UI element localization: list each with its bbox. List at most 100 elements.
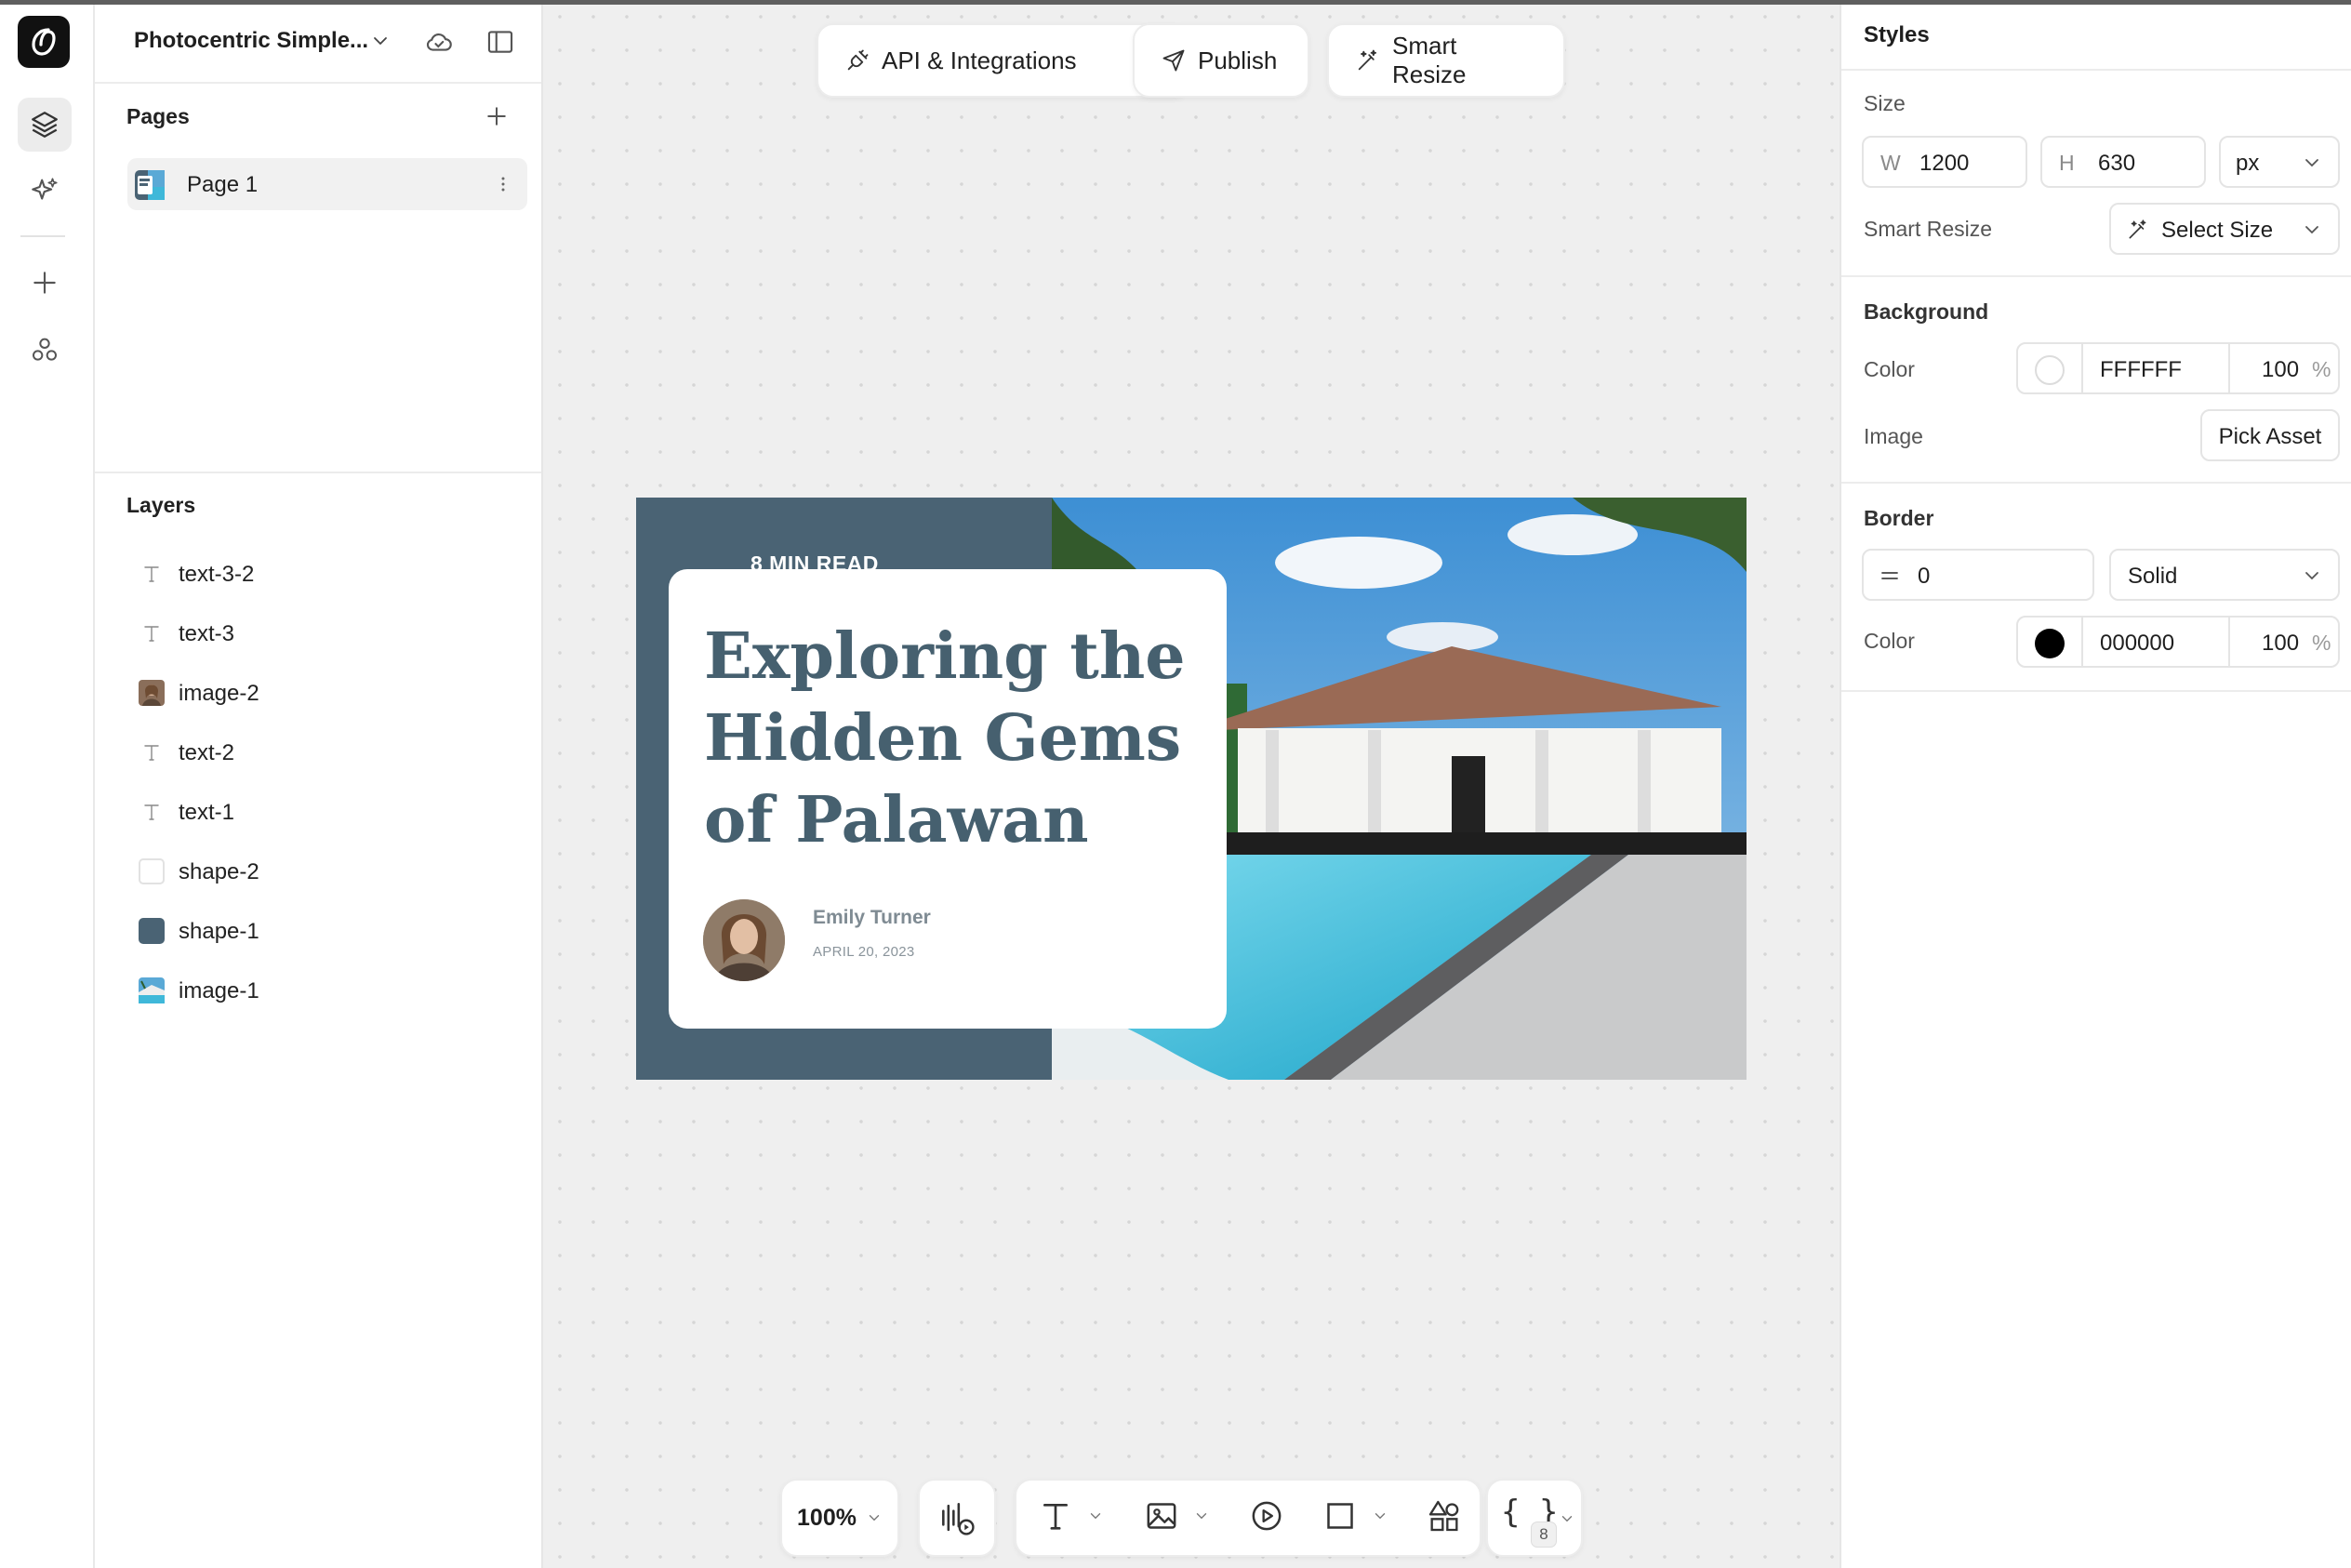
- layer-item[interactable]: text-3-2: [132, 551, 523, 595]
- more-vertical-icon: [501, 177, 505, 192]
- percent-sign: %: [2312, 357, 2331, 381]
- text-layer-icon: [138, 738, 166, 766]
- toggle-sidebar-button[interactable]: [485, 26, 516, 62]
- panel-divider: [1841, 482, 2351, 484]
- magic-wand-icon: [1358, 49, 1377, 71]
- author-date[interactable]: APRIL 20, 2023: [813, 944, 915, 960]
- border-color-hex: 000000: [2100, 631, 2175, 656]
- smart-resize-label: Smart Resize: [1392, 32, 1467, 88]
- select-size-dropdown[interactable]: Select Size: [2109, 203, 2340, 255]
- layer-item[interactable]: shape-2: [132, 848, 523, 893]
- border-style-select[interactable]: Solid: [2109, 549, 2340, 601]
- text-tool[interactable]: [1037, 1497, 1104, 1535]
- ai-tab-button[interactable]: [18, 164, 72, 218]
- layer-item[interactable]: image-1: [132, 967, 523, 1012]
- icon-rail: [0, 0, 95, 1568]
- panel-divider: [95, 472, 541, 473]
- add-element-button[interactable]: [18, 256, 72, 310]
- project-header: Photocentric Simple...: [95, 0, 541, 84]
- project-name[interactable]: Photocentric Simple...: [134, 28, 368, 54]
- width-input[interactable]: W 1200: [1862, 136, 2027, 188]
- headline-text[interactable]: Exploring the Hidden Gems of Palawan: [704, 616, 1206, 861]
- text-tool-icon: [1043, 1504, 1068, 1530]
- layers-tab-button[interactable]: [18, 98, 72, 152]
- components-icon: [33, 338, 57, 361]
- sidebar-icon: [487, 31, 513, 53]
- video-tool[interactable]: [1248, 1497, 1285, 1535]
- plus-icon: [487, 107, 506, 126]
- border-width-input[interactable]: 0: [1862, 549, 2094, 601]
- magic-wand-icon: [2129, 219, 2146, 239]
- pick-asset-button[interactable]: Pick Asset: [2200, 409, 2340, 461]
- layer-item[interactable]: text-2: [132, 729, 523, 774]
- logo-icon: [32, 28, 56, 56]
- layer-item[interactable]: text-3: [132, 610, 523, 655]
- layer-item[interactable]: text-1: [132, 789, 523, 833]
- publish-button[interactable]: Publish: [1133, 23, 1309, 98]
- variables-count-badge: 8: [1531, 1521, 1557, 1548]
- panel-divider: [1841, 690, 2351, 692]
- add-page-button[interactable]: [483, 102, 511, 135]
- send-icon: [1162, 49, 1185, 72]
- width-prefix: W: [1880, 151, 1901, 175]
- unit-select[interactable]: px: [2219, 136, 2340, 188]
- layer-item[interactable]: shape-1: [132, 908, 523, 952]
- sparkle-icon: [32, 178, 58, 200]
- border-width-icon: [1881, 572, 1898, 579]
- text-layer-icon: [138, 560, 166, 588]
- author-name[interactable]: Emily Turner: [813, 907, 931, 929]
- panel-divider: [1841, 69, 2351, 71]
- shape-tool[interactable]: [1322, 1497, 1388, 1535]
- page-label: Page 1: [187, 172, 259, 197]
- size-label: Size: [1864, 91, 1906, 115]
- background-color-label: Color: [1864, 357, 1915, 381]
- layer-name: shape-2: [179, 859, 259, 884]
- chevron-down-icon: [2305, 572, 2318, 580]
- chevron-down-icon: [2305, 159, 2318, 167]
- smart-resize-button[interactable]: Smart Resize: [1327, 23, 1565, 98]
- image-tool-icon: [1147, 1503, 1176, 1529]
- left-panel: Photocentric Simple... Pages Page 1 Laye…: [95, 0, 543, 1568]
- border-style-value: Solid: [2128, 564, 2178, 589]
- background-color-hex: FFFFFF: [2100, 357, 2182, 382]
- image-tool[interactable]: [1143, 1497, 1210, 1535]
- audio-animation-button[interactable]: [918, 1479, 996, 1557]
- variables-button[interactable]: { } 8: [1486, 1479, 1583, 1557]
- chevron-down-icon: [1375, 1513, 1386, 1520]
- cloud-sync-button[interactable]: [423, 26, 455, 62]
- audio-play-icon: [942, 1503, 975, 1535]
- zoom-control[interactable]: 100%: [780, 1479, 899, 1557]
- border-color-input[interactable]: 000000 100 %: [2016, 616, 2340, 668]
- layer-item[interactable]: image-2: [132, 670, 523, 714]
- cloud-check-icon: [426, 33, 452, 51]
- page-item-1[interactable]: Page 1: [127, 158, 527, 210]
- components-tab-button[interactable]: [18, 323, 72, 377]
- author-photo: [703, 899, 785, 981]
- height-input[interactable]: H 630: [2040, 136, 2206, 188]
- chevron-down-icon: [374, 37, 387, 45]
- background-label: Background: [1864, 299, 1989, 324]
- background-color-swatch[interactable]: [2035, 355, 2065, 385]
- border-width-value: 0: [1918, 564, 1931, 589]
- chevron-down-icon: [1561, 1516, 1573, 1522]
- styles-title: Styles: [1864, 22, 1930, 47]
- background-color-input[interactable]: FFFFFF 100 %: [2016, 342, 2340, 394]
- background-opacity: 100: [2262, 357, 2300, 382]
- border-color-swatch[interactable]: [2035, 629, 2065, 658]
- page-more-button[interactable]: [496, 173, 511, 200]
- elements-tool[interactable]: [1426, 1497, 1463, 1535]
- chevron-down-icon: [2305, 226, 2318, 234]
- shape-layer-icon: [138, 917, 166, 945]
- canvas-area[interactable]: API & Integrations Publish Smart Resize: [543, 0, 1840, 1568]
- author-avatar[interactable]: [703, 899, 785, 981]
- text-layer-icon: [138, 798, 166, 826]
- select-size-label: Select Size: [2161, 218, 2274, 243]
- chevron-down-icon: [1196, 1513, 1207, 1520]
- app-logo[interactable]: [18, 16, 70, 68]
- artboard[interactable]: 8 MIN READ Exploring the Hidden Gems of …: [636, 498, 1747, 1080]
- project-menu-chevron[interactable]: [369, 30, 392, 57]
- window-top-edge: [0, 0, 2351, 5]
- field-separator: [2228, 344, 2230, 392]
- styles-panel: Styles Size W 1200 H 630 px Smart Resize…: [1840, 0, 2351, 1568]
- headline-card[interactable]: Exploring the Hidden Gems of Palawan Emi…: [669, 569, 1227, 1029]
